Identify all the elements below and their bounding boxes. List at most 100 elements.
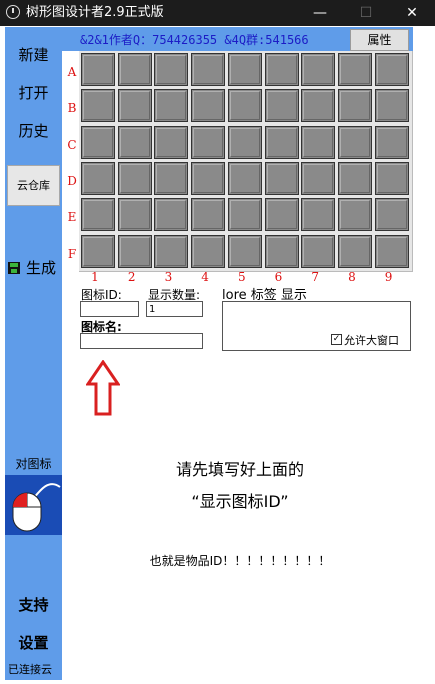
info-bar: &2&1作者Q：754426355 &4Q群:541566 属性: [62, 27, 413, 51]
minimize-button[interactable]: —: [297, 0, 343, 26]
grid-slot[interactable]: [264, 234, 299, 268]
grid-slot[interactable]: [154, 198, 189, 232]
new-button[interactable]: 新建: [5, 44, 62, 65]
grid-slot[interactable]: [81, 125, 115, 159]
lore-textarea[interactable]: ✓ 允许大窗口: [222, 301, 411, 351]
save-icon: [8, 262, 20, 274]
column-label: 6: [274, 270, 283, 284]
cloud-repo-button[interactable]: 云仓库: [7, 165, 60, 206]
grid-slot[interactable]: [117, 53, 152, 86]
grid-slot[interactable]: [264, 53, 299, 86]
column-label: 9: [384, 270, 393, 284]
mouse-icon[interactable]: [5, 475, 62, 535]
column-label: 4: [201, 270, 209, 284]
row-label: A: [67, 65, 77, 79]
grid-slot[interactable]: [227, 125, 262, 159]
grid-slot[interactable]: [81, 161, 115, 195]
grid-slot[interactable]: [374, 89, 409, 123]
connection-status: 已连接云: [8, 663, 52, 676]
grid-slot[interactable]: [301, 234, 336, 268]
grid-slot[interactable]: [81, 89, 115, 123]
grid-slot[interactable]: [191, 53, 226, 86]
grid-slot[interactable]: [227, 53, 262, 86]
grid-slot[interactable]: [191, 89, 226, 123]
sidebar: 新建 打开 历史 云仓库 生成 对图标 支持 设置 已连接云: [5, 27, 62, 680]
app-clock-icon: [6, 5, 20, 19]
grid-slot[interactable]: [81, 53, 115, 86]
grid-slot[interactable]: [154, 125, 189, 159]
grid-slot[interactable]: [117, 125, 152, 159]
column-label: 2: [127, 270, 136, 284]
app-window: 树形图设计者2.9正式版 — ☐ ✕ 新建 打开 历史 云仓库 生成 对图标 支…: [0, 0, 435, 684]
row-label: B: [67, 101, 77, 116]
grid-slot[interactable]: [117, 89, 152, 123]
generate-button[interactable]: 生成: [8, 259, 62, 279]
grid-slot[interactable]: [264, 89, 299, 123]
settings-button[interactable]: 设置: [5, 632, 62, 653]
title-bar: 树形图设计者2.9正式版 — ☐ ✕: [0, 0, 435, 26]
grid-slot[interactable]: [374, 198, 409, 232]
properties-button[interactable]: 属性: [350, 29, 409, 51]
grid-slot[interactable]: [227, 161, 262, 195]
grid-slot[interactable]: [154, 53, 189, 86]
grid-slot[interactable]: [301, 89, 336, 123]
maximize-button[interactable]: ☐: [343, 0, 389, 26]
grid-slot[interactable]: [191, 234, 226, 268]
row-label: C: [67, 137, 77, 152]
open-button[interactable]: 打开: [5, 82, 62, 103]
grid-slot[interactable]: [337, 161, 372, 195]
grid-slot[interactable]: [191, 198, 226, 232]
grid-slot[interactable]: [337, 89, 372, 123]
grid-slot[interactable]: [337, 234, 372, 268]
grid-slot[interactable]: [301, 198, 336, 232]
window-title: 树形图设计者2.9正式版: [26, 5, 164, 20]
history-button[interactable]: 历史: [5, 120, 62, 141]
grid-slot[interactable]: [117, 198, 152, 232]
grid-slot[interactable]: [117, 234, 152, 268]
grid-slot[interactable]: [264, 125, 299, 159]
grid-slot[interactable]: [117, 161, 152, 195]
slot-grid: [79, 51, 413, 272]
allow-big-window-label: 允许大窗口: [344, 334, 399, 347]
grid-slot[interactable]: [154, 234, 189, 268]
grid-slot[interactable]: [81, 198, 115, 232]
allow-big-window-checkbox[interactable]: ✓: [331, 334, 342, 345]
pair-icon-label: 对图标: [15, 457, 52, 471]
grid-slot[interactable]: [154, 161, 189, 195]
close-button[interactable]: ✕: [389, 0, 435, 26]
support-button[interactable]: 支持: [5, 594, 62, 615]
up-arrow-icon: [86, 360, 120, 416]
grid-slot[interactable]: [191, 161, 226, 195]
column-label: 3: [164, 270, 173, 284]
row-label: D: [67, 173, 77, 188]
hint-line-1: 请先填写好上面的: [175, 460, 304, 479]
grid-slot[interactable]: [301, 125, 336, 159]
grid-slot[interactable]: [191, 125, 226, 159]
grid-slot[interactable]: [374, 53, 409, 86]
grid-slot[interactable]: [81, 234, 115, 268]
grid-slot[interactable]: [154, 89, 189, 123]
hint-line-2: “显示图标ID”: [191, 492, 289, 511]
grid-slot[interactable]: [227, 234, 262, 268]
grid-slot[interactable]: [374, 234, 409, 268]
grid-slot[interactable]: [227, 198, 262, 232]
grid-slot[interactable]: [301, 53, 336, 86]
grid-slot[interactable]: [374, 161, 409, 195]
grid-slot[interactable]: [337, 198, 372, 232]
generate-label: 生成: [26, 259, 57, 277]
display-count-input[interactable]: [146, 301, 203, 317]
grid-slot[interactable]: [337, 125, 372, 159]
hint-line-3: 也就是物品ID！！！！！！！！！: [149, 554, 331, 568]
grid-slot[interactable]: [374, 125, 409, 159]
column-label: 5: [237, 270, 246, 284]
column-label: 7: [311, 270, 319, 284]
grid-slot[interactable]: [264, 161, 299, 195]
grid-slot[interactable]: [227, 89, 262, 123]
column-label: 8: [348, 270, 356, 284]
grid-slot[interactable]: [337, 53, 372, 86]
grid-slot[interactable]: [301, 161, 336, 195]
grid-slot[interactable]: [264, 198, 299, 232]
column-label: 1: [91, 270, 99, 284]
icon-name-input[interactable]: [80, 333, 203, 349]
icon-id-input[interactable]: [80, 301, 139, 317]
